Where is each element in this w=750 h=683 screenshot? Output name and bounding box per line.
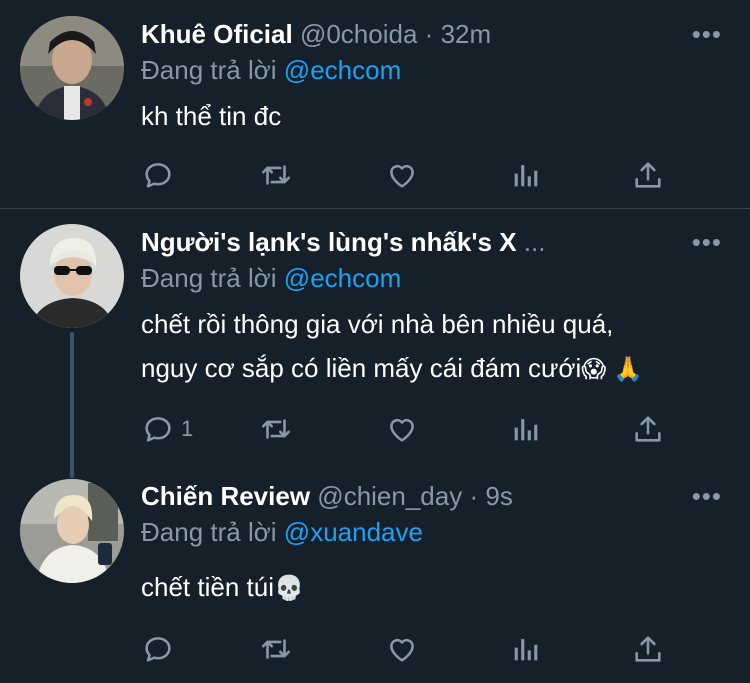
- tweet-text: chết tiền túi💀: [141, 565, 730, 611]
- share-button[interactable]: [631, 411, 665, 447]
- analytics-icon: [514, 639, 538, 661]
- reply-icon: [145, 163, 171, 188]
- tweet-header: Khuê Oficial @0choida · 32m: [141, 18, 670, 50]
- share-icon: [635, 162, 661, 188]
- display-name[interactable]: Chiến Review: [141, 481, 310, 511]
- retweet-button[interactable]: [259, 157, 293, 193]
- tweet-text-line: chết tiền túi💀: [141, 572, 304, 602]
- like-button[interactable]: [385, 157, 419, 193]
- replying-to: Đang trả lời @echcom: [141, 54, 401, 86]
- analytics-button[interactable]: [509, 631, 543, 667]
- avatar[interactable]: [20, 16, 124, 120]
- like-icon: [390, 418, 414, 442]
- more-icon[interactable]: •••: [692, 21, 722, 47]
- reply-button[interactable]: 1: [141, 411, 193, 447]
- share-button[interactable]: [631, 157, 665, 193]
- display-name[interactable]: Khuê Oficial: [141, 19, 293, 49]
- analytics-icon: [514, 419, 538, 441]
- timestamp[interactable]: 32m: [441, 19, 492, 49]
- truncation-ellipsis: ...: [523, 227, 546, 257]
- mention-link[interactable]: @xuandave: [284, 517, 423, 547]
- handle[interactable]: @chien_day: [317, 481, 462, 511]
- separator-dot: ·: [424, 19, 434, 49]
- tweet-header: Chiến Review @chien_day · 9s: [141, 480, 670, 512]
- reply-icon: [145, 417, 171, 442]
- retweet-icon: [261, 639, 291, 659]
- reply-button[interactable]: [141, 157, 181, 193]
- retweet-icon: [261, 419, 291, 439]
- avatar[interactable]: [20, 224, 124, 328]
- replying-to: Đang trả lời @xuandave: [141, 516, 423, 548]
- timestamp[interactable]: 9s: [485, 481, 512, 511]
- retweet-button[interactable]: [259, 631, 293, 667]
- reply-count: 1: [181, 416, 194, 441]
- analytics-button[interactable]: [509, 411, 543, 447]
- mention-link[interactable]: @echcom: [284, 55, 401, 85]
- reply-button[interactable]: [141, 631, 181, 667]
- action-bar: 1: [141, 411, 661, 447]
- action-bar: [141, 157, 661, 193]
- analytics-button[interactable]: [509, 157, 543, 193]
- like-button[interactable]: [385, 631, 419, 667]
- retweet-button[interactable]: [259, 411, 293, 447]
- tweet-text-line: kh thể tin đc: [141, 101, 282, 131]
- analytics-icon: [514, 165, 538, 187]
- display-name[interactable]: Người's lạnk's lùng's nhấk's X: [141, 227, 517, 257]
- share-icon: [635, 416, 661, 442]
- more-icon[interactable]: •••: [692, 483, 722, 509]
- reply-icon: [145, 637, 171, 662]
- replying-to-label: Đang trả lời: [141, 263, 277, 293]
- tweet-text: kh thể tin đc: [141, 94, 730, 138]
- separator-dot: ·: [469, 481, 479, 511]
- handle[interactable]: @0choida: [300, 19, 417, 49]
- emoji: 💀: [273, 575, 304, 602]
- replying-to: Đang trả lời @echcom: [141, 262, 401, 294]
- like-icon: [390, 638, 414, 662]
- tweet-text-line: chết rồi thông gia với nhà bên nhiều quá…: [141, 309, 614, 339]
- like-button[interactable]: [385, 411, 419, 447]
- replying-to-label: Đang trả lời: [141, 517, 277, 547]
- replying-to-label: Đang trả lời: [141, 55, 277, 85]
- avatar[interactable]: [20, 479, 124, 583]
- thread-connector: [70, 332, 74, 478]
- action-bar: [141, 631, 661, 667]
- share-button[interactable]: [631, 631, 665, 667]
- tweet-text: chết rồi thông gia với nhà bên nhiều quá…: [141, 302, 730, 392]
- mention-link[interactable]: @echcom: [284, 263, 401, 293]
- emoji: 😱 🙏: [581, 356, 643, 383]
- like-icon: [390, 164, 414, 188]
- retweet-icon: [261, 165, 291, 185]
- divider: [0, 208, 750, 209]
- tweet-text-line: nguy cơ sắp có liền mấy cái đám cưới😱 🙏: [141, 353, 643, 383]
- more-icon[interactable]: •••: [692, 229, 722, 255]
- tweet-header: Người's lạnk's lùng's nhấk's X ...: [141, 226, 670, 258]
- share-icon: [635, 636, 661, 662]
